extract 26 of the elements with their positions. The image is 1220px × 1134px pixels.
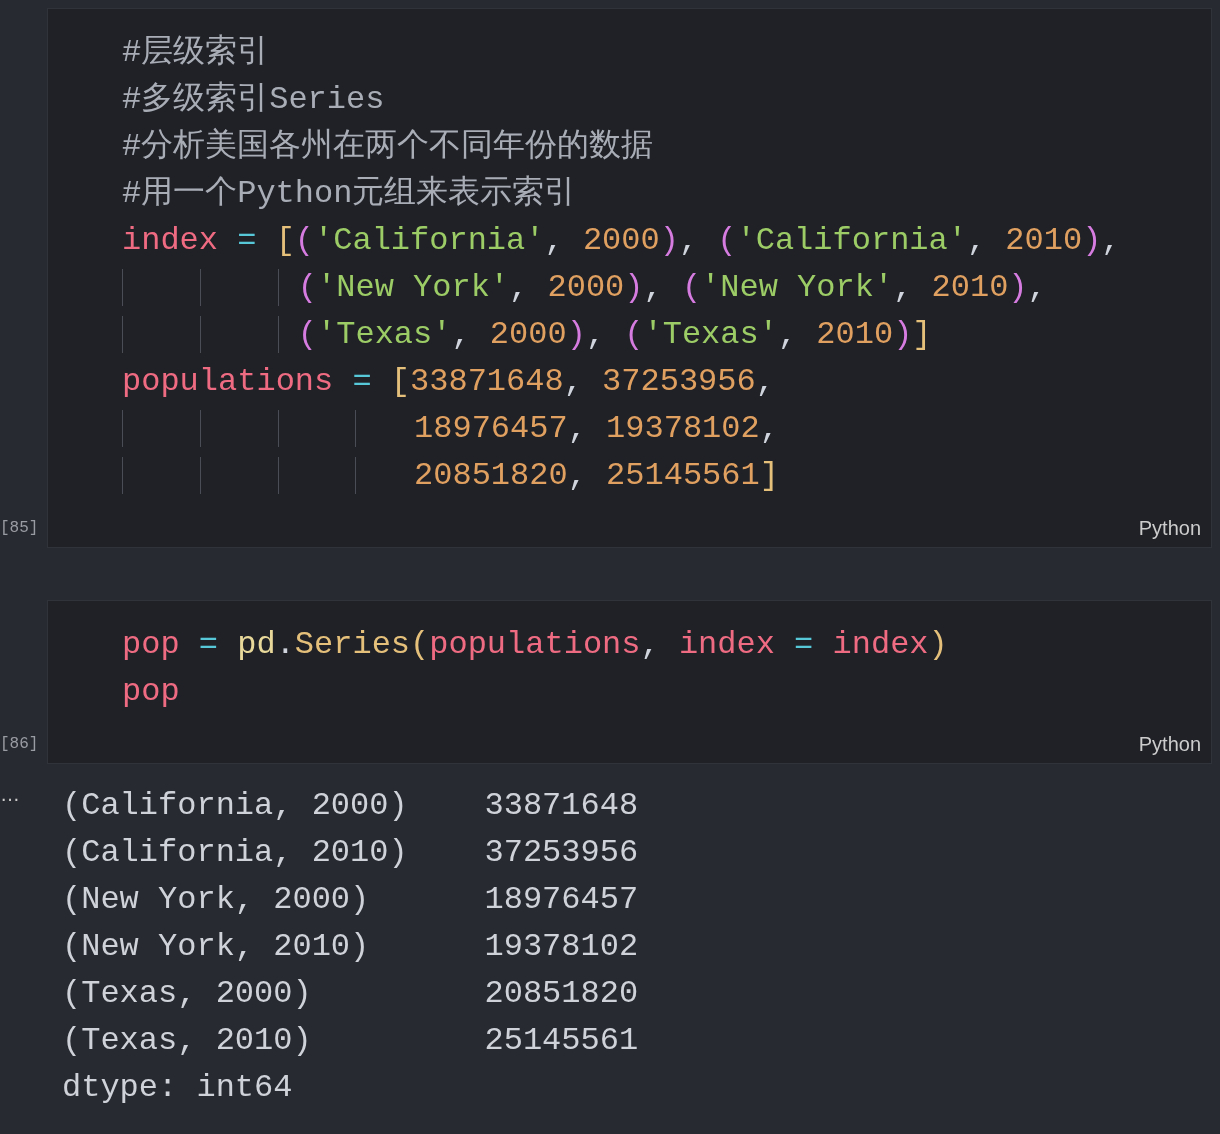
code-line: 20851820, 25145561] (122, 452, 779, 499)
code-line: #多级索引Series (122, 80, 385, 120)
code-line: ('Texas', 2000), ('Texas', 2010)] (122, 311, 932, 358)
code-line: ('New York', 2000), ('New York', 2010), (122, 264, 1047, 311)
language-label[interactable]: Python (1138, 729, 1201, 759)
code-line: index = [('California', 2000), ('California', 2010), (122, 221, 1121, 261)
code-line: #用一个Python元组来表示索引 (122, 174, 577, 214)
code-line: populations = [33871648, 37253956, (122, 362, 775, 402)
output-line: (California, 2010) 37253956 (62, 833, 639, 873)
code-line: pop = pd.Series(populations, index = index) (122, 625, 948, 665)
output-ellipsis[interactable]: … (0, 783, 20, 805)
execution-count: [85] (0, 519, 39, 537)
output-line: (Texas, 2010) 25145561 (62, 1021, 639, 1061)
code-cell[interactable] (47, 8, 1212, 548)
code-line: #层级索引 (122, 33, 270, 73)
execution-count: [86] (0, 735, 39, 753)
code-line: #分析美国各州在两个不同年份的数据 (122, 127, 654, 167)
output-line: dtype: int64 (62, 1068, 293, 1108)
output-line: (New York, 2000) 18976457 (62, 880, 639, 920)
output-line: (New York, 2010) 19378102 (62, 927, 639, 967)
output-line: (Texas, 2000) 20851820 (62, 974, 639, 1014)
language-label[interactable]: Python (1138, 513, 1201, 543)
code-line: pop (122, 672, 180, 712)
output-line: (California, 2000) 33871648 (62, 786, 639, 826)
code-line: 18976457, 19378102, (122, 405, 779, 452)
code-cell[interactable]: pop = pd.Series(populations, index = index) pop Python (47, 600, 1212, 764)
